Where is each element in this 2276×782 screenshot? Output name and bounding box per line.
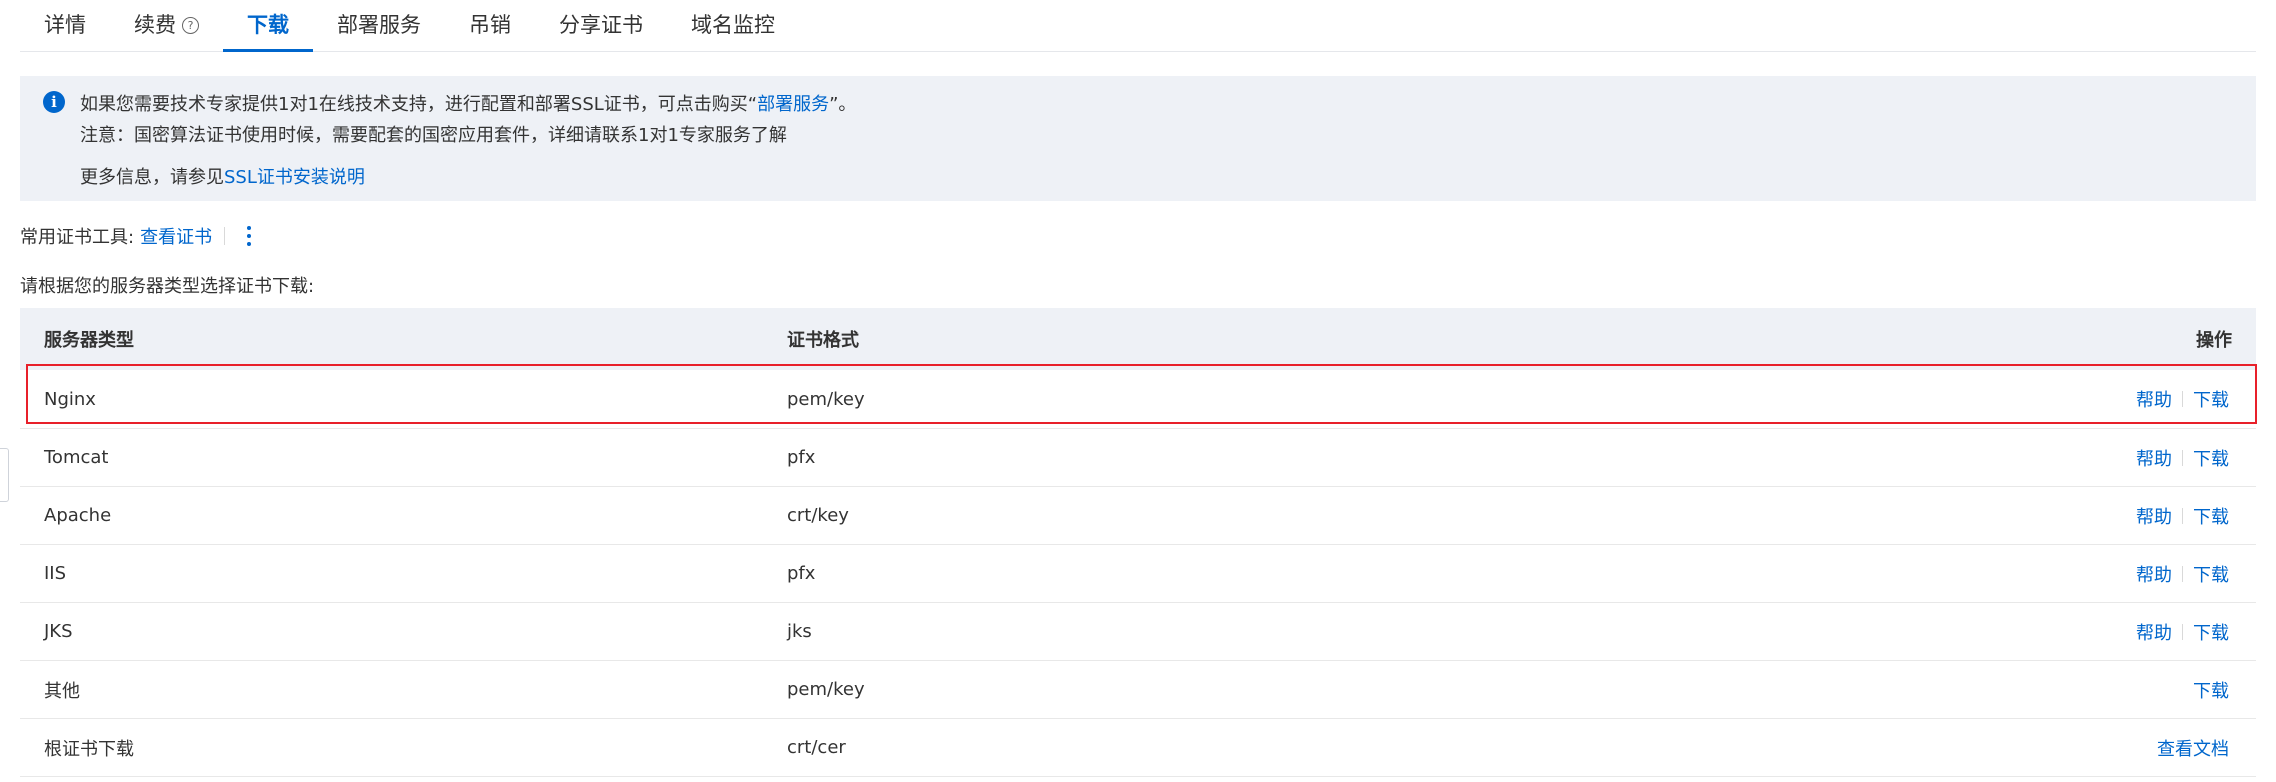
divider [2182,449,2183,466]
download-prompt: 请根据您的服务器类型选择证书下载: [20,276,315,297]
help-link[interactable]: 帮助 [2136,619,2172,645]
tab-label: 下载 [247,13,289,37]
table-row: IIS pfx 帮助 下载 [20,545,2256,603]
tab-label: 详情 [44,13,86,37]
table-row: Apache crt/key 帮助 下载 [20,487,2256,545]
tab-label: 吊销 [469,13,511,37]
server-type-cell: Apache [44,505,112,526]
header-format: 证书格式 [787,330,859,351]
tab-renew[interactable]: 续费? [110,0,223,51]
server-type-cell: Tomcat [44,447,109,468]
info-text: ”。 [829,94,857,115]
view-docs-link[interactable]: 查看文档 [2157,735,2229,761]
tab-label: 域名监控 [691,13,775,37]
server-type-cell: IIS [44,563,67,584]
table-row: Nginx pem/key 帮助 下载 [20,370,2256,429]
action-cell: 帮助 下载 [2136,386,2229,412]
download-link[interactable]: 下载 [2193,445,2229,471]
tab-deploy-service[interactable]: 部署服务 [313,0,445,51]
format-cell: pfx [787,447,816,468]
tab-share-certificate[interactable]: 分享证书 [535,0,667,51]
server-type-cell: Nginx [44,388,96,410]
help-link[interactable]: 帮助 [2136,386,2172,412]
side-panel-handle[interactable] [0,448,9,502]
server-type-cell: 根证书下载 [44,738,134,760]
table-row: Tomcat pfx 帮助 下载 [20,429,2256,487]
table-row: JKS jks 帮助 下载 [20,603,2256,661]
help-link[interactable]: 帮助 [2136,561,2172,587]
download-table: 服务器类型 证书格式 操作 Nginx pem/key 帮助 下载 Tomcat… [20,308,2256,777]
tab-download[interactable]: 下载 [223,0,313,52]
view-certificate-link[interactable]: 查看证书 [140,223,212,249]
action-cell: 帮助 下载 [2136,503,2229,529]
info-line-3: 更多信息，请参见SSL证书安装说明 [80,163,365,189]
tab-bar: 详情 续费? 下载 部署服务 吊销 分享证书 域名监控 [20,0,2256,52]
format-cell: pem/key [787,679,865,700]
format-cell: pem/key [787,388,865,410]
action-cell: 帮助 下载 [2136,445,2229,471]
header-server-type: 服务器类型 [44,330,134,351]
info-line-1: 如果您需要技术专家提供1对1在线技术支持，进行配置和部署SSL证书，可点击购买“… [80,90,856,116]
tab-domain-monitor[interactable]: 域名监控 [667,0,799,51]
divider [2182,565,2183,582]
deploy-service-link[interactable]: 部署服务 [757,94,829,115]
format-cell: pfx [787,563,816,584]
info-notice: i 如果您需要技术专家提供1对1在线技术支持，进行配置和部署SSL证书，可点击购… [20,76,2256,201]
action-cell: 下载 [2193,677,2229,703]
format-cell: jks [787,621,812,642]
table-row: 其他 pem/key 下载 [20,661,2256,719]
download-link[interactable]: 下载 [2193,503,2229,529]
tab-label: 部署服务 [337,13,421,37]
table-header: 服务器类型 证书格式 操作 [20,308,2256,370]
ssl-install-guide-link[interactable]: SSL证书安装说明 [224,167,365,188]
cert-tools: 常用证书工具: 查看证书 [20,223,255,249]
tab-label: 分享证书 [559,13,643,37]
info-icon: i [43,91,65,113]
more-vertical-icon[interactable] [243,224,255,248]
divider [2182,391,2183,407]
format-cell: crt/cer [787,737,846,758]
download-link[interactable]: 下载 [2193,619,2229,645]
divider [2182,623,2183,640]
header-action: 操作 [2196,330,2232,351]
info-line-2: 注意：国密算法证书使用时候，需要配套的国密应用套件，详细请联系1对1专家服务了解 [80,125,787,146]
help-link[interactable]: 帮助 [2136,503,2172,529]
divider [2182,507,2183,524]
info-text: 如果您需要技术专家提供1对1在线技术支持，进行配置和部署SSL证书，可点击购买“ [80,94,758,115]
tab-revoke[interactable]: 吊销 [445,0,535,51]
server-type-cell: 其他 [44,680,80,702]
download-link[interactable]: 下载 [2193,386,2229,412]
help-link[interactable]: 帮助 [2136,445,2172,471]
tab-label: 续费 [134,13,176,37]
download-link[interactable]: 下载 [2193,677,2229,703]
cert-tools-label: 常用证书工具: [20,227,135,248]
info-text: 更多信息，请参见 [80,167,224,188]
tab-details[interactable]: 详情 [20,0,110,51]
question-circle-icon[interactable]: ? [182,17,199,34]
download-link[interactable]: 下载 [2193,561,2229,587]
format-cell: crt/key [787,505,849,526]
divider [224,227,226,245]
table-row: 根证书下载 crt/cer 查看文档 [20,719,2256,777]
action-cell: 帮助 下载 [2136,561,2229,587]
server-type-cell: JKS [44,621,73,642]
action-cell: 查看文档 [2157,735,2229,761]
action-cell: 帮助 下载 [2136,619,2229,645]
